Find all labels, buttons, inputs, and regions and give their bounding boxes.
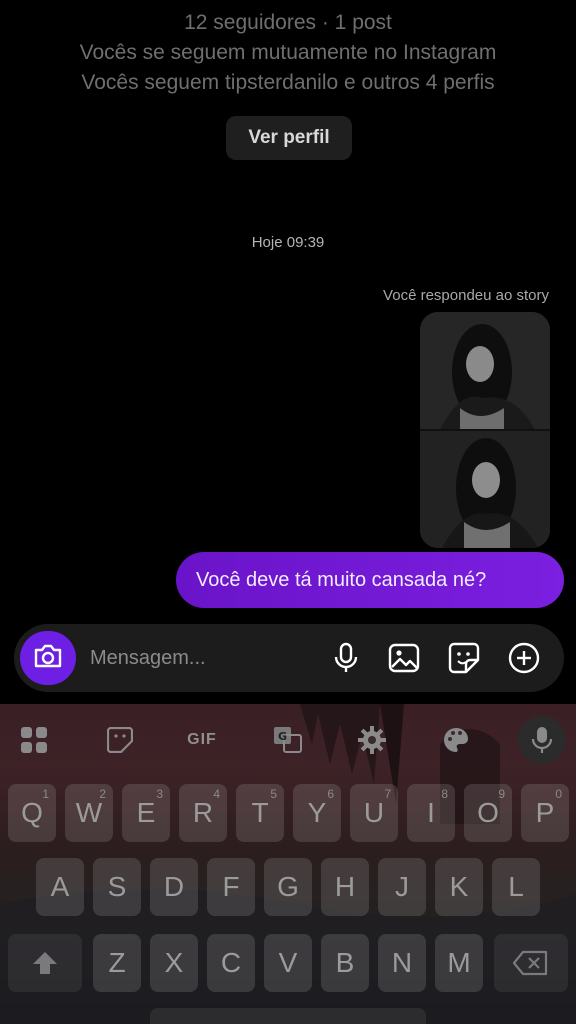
story-reply-label: Você respondeu ao story xyxy=(383,287,549,304)
keyboard-settings-button[interactable] xyxy=(352,722,392,758)
key-s[interactable]: S xyxy=(93,858,141,916)
key-x[interactable]: X xyxy=(150,934,198,992)
camera-button[interactable] xyxy=(20,631,76,685)
key-o[interactable]: O9 xyxy=(464,784,512,842)
message-composer xyxy=(14,624,564,692)
gif-label: GIF xyxy=(187,731,217,748)
key-y[interactable]: Y6 xyxy=(293,784,341,842)
message-timestamp: Hoje 09:39 xyxy=(251,234,325,251)
gallery-button[interactable] xyxy=(386,640,422,676)
followers-count: 12 seguidores · 1 post xyxy=(184,11,392,34)
key-h[interactable]: H xyxy=(321,858,369,916)
shift-key[interactable] xyxy=(8,934,82,992)
key-m[interactable]: M xyxy=(435,934,483,992)
keyboard-sticker-button[interactable] xyxy=(100,722,140,758)
key-f[interactable]: F xyxy=(207,858,255,916)
key-d[interactable]: D xyxy=(150,858,198,916)
view-profile-button[interactable]: Ver perfil xyxy=(226,116,352,160)
palette-icon xyxy=(444,728,468,752)
apps-grid-icon xyxy=(21,727,47,753)
key-z[interactable]: Z xyxy=(93,934,141,992)
key-c[interactable]: C xyxy=(207,934,255,992)
sticker-icon xyxy=(448,642,480,674)
key-v[interactable]: V xyxy=(264,934,312,992)
voice-input-button[interactable] xyxy=(518,716,566,764)
mutual-follow-text: Vocês se seguem mutuamente no Instagram xyxy=(79,41,497,64)
key-w[interactable]: W2 xyxy=(65,784,113,842)
following-text: Vocês seguem tipsterdanilo e outros 4 pe… xyxy=(81,71,495,94)
key-i[interactable]: I8 xyxy=(407,784,455,842)
sent-message-bubble[interactable]: Você deve tá muito cansada né? xyxy=(176,552,564,608)
backspace-icon xyxy=(513,950,548,976)
svg-text:G: G xyxy=(278,730,287,743)
key-n[interactable]: N xyxy=(378,934,426,992)
message-text: Você deve tá muito cansada né? xyxy=(196,568,487,591)
sticker-icon xyxy=(107,727,133,753)
key-a[interactable]: A xyxy=(36,858,84,916)
key-q[interactable]: Q1 xyxy=(8,784,56,842)
key-p[interactable]: P0 xyxy=(521,784,569,842)
key-e[interactable]: E3 xyxy=(122,784,170,842)
backspace-key[interactable] xyxy=(494,934,568,992)
microphone-button[interactable] xyxy=(328,640,364,676)
translate-button[interactable]: G xyxy=(268,722,308,758)
space-bar[interactable] xyxy=(150,1008,426,1024)
key-k[interactable]: K xyxy=(435,858,483,916)
settings-gear-icon xyxy=(358,726,386,754)
gallery-icon xyxy=(388,643,420,673)
theme-palette-button[interactable] xyxy=(436,722,476,758)
on-screen-keyboard: GIF G Q1 W 2 E 3 R 4 T 5 Y 6 U 7 I 8 O 9… xyxy=(0,704,576,1024)
sticker-button[interactable] xyxy=(446,640,482,676)
key-u[interactable]: U7 xyxy=(350,784,398,842)
microphone-icon xyxy=(531,727,553,753)
shift-icon xyxy=(33,952,57,974)
camera-icon xyxy=(33,643,63,674)
translate-icon: G xyxy=(274,727,302,753)
apps-grid-button[interactable] xyxy=(14,722,54,758)
key-t[interactable]: T5 xyxy=(236,784,284,842)
plus-icon xyxy=(508,642,540,674)
key-r[interactable]: R4 xyxy=(179,784,227,842)
more-options-button[interactable] xyxy=(506,640,542,676)
message-input[interactable] xyxy=(90,644,310,672)
key-l[interactable]: L xyxy=(492,858,540,916)
story-thumbnail[interactable] xyxy=(420,312,550,548)
key-g[interactable]: G xyxy=(264,858,312,916)
gif-button[interactable]: GIF xyxy=(182,722,222,758)
key-b[interactable]: B xyxy=(321,934,369,992)
key-j[interactable]: J xyxy=(378,858,426,916)
microphone-icon xyxy=(334,642,358,672)
